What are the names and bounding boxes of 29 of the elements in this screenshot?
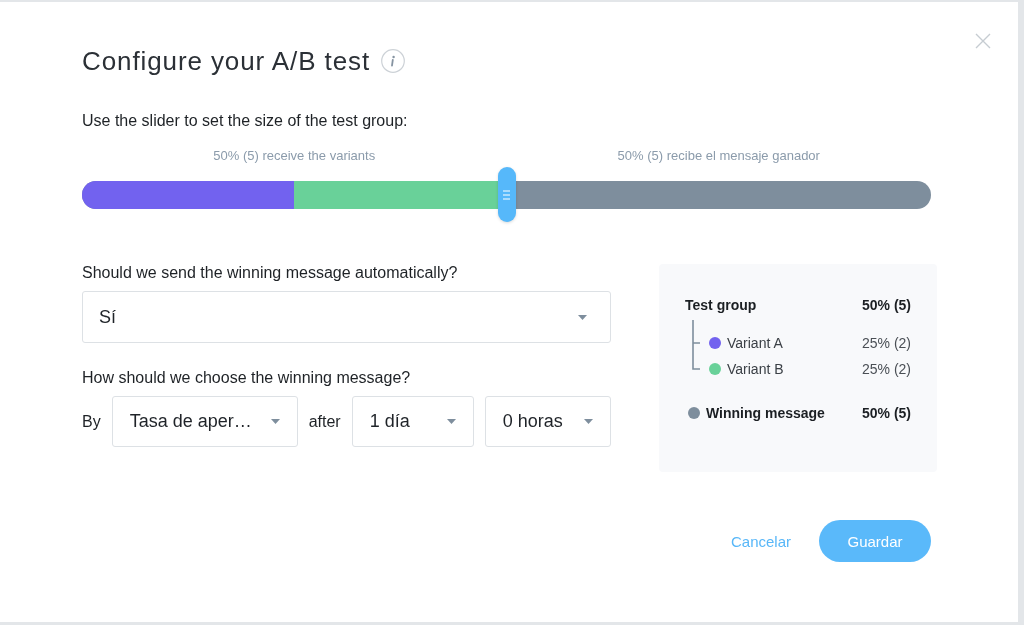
caret-icon xyxy=(584,419,593,424)
field-label: How should we choose the winning message? xyxy=(82,368,412,388)
slider-caption: 50% (5) receive the variants xyxy=(213,148,376,164)
select-field[interactable]: Sí xyxy=(82,291,611,343)
summary-value: 50% (5) xyxy=(861,405,911,421)
field-label: Should we send the winning message automatically? xyxy=(82,263,459,283)
select-field[interactable]: Tasa de aper… xyxy=(111,396,298,447)
caret-icon xyxy=(446,419,456,424)
select-field[interactable]: 1 día xyxy=(351,396,474,447)
caret-icon xyxy=(578,314,587,320)
summary-label: Winning message xyxy=(706,405,825,421)
summary-value: 25% (2) xyxy=(861,335,911,351)
slider-instruction: Use the slider to set the size of the test group: xyxy=(82,111,409,131)
slider-caption: 50% (5) recibe el mensaje ganador xyxy=(617,148,820,164)
summary-label: Test group xyxy=(685,297,757,313)
slider-track[interactable] xyxy=(82,180,931,209)
close-icon[interactable] xyxy=(975,33,991,49)
caret-icon xyxy=(270,419,280,424)
select-field[interactable]: 0 horas xyxy=(484,396,611,447)
grip-icon xyxy=(503,189,510,200)
summary-label: Variant A xyxy=(727,335,783,351)
summary-label: Variant B xyxy=(727,361,784,377)
summary-value: 50% (5) xyxy=(861,297,911,313)
summary-value: 25% (2) xyxy=(861,361,911,377)
dialog-title: Configure your A/B test xyxy=(82,45,371,77)
slider-handle[interactable] xyxy=(497,167,516,222)
inline-label: after xyxy=(308,412,341,431)
info-icon[interactable] xyxy=(381,49,406,73)
inline-label: By xyxy=(82,412,101,431)
